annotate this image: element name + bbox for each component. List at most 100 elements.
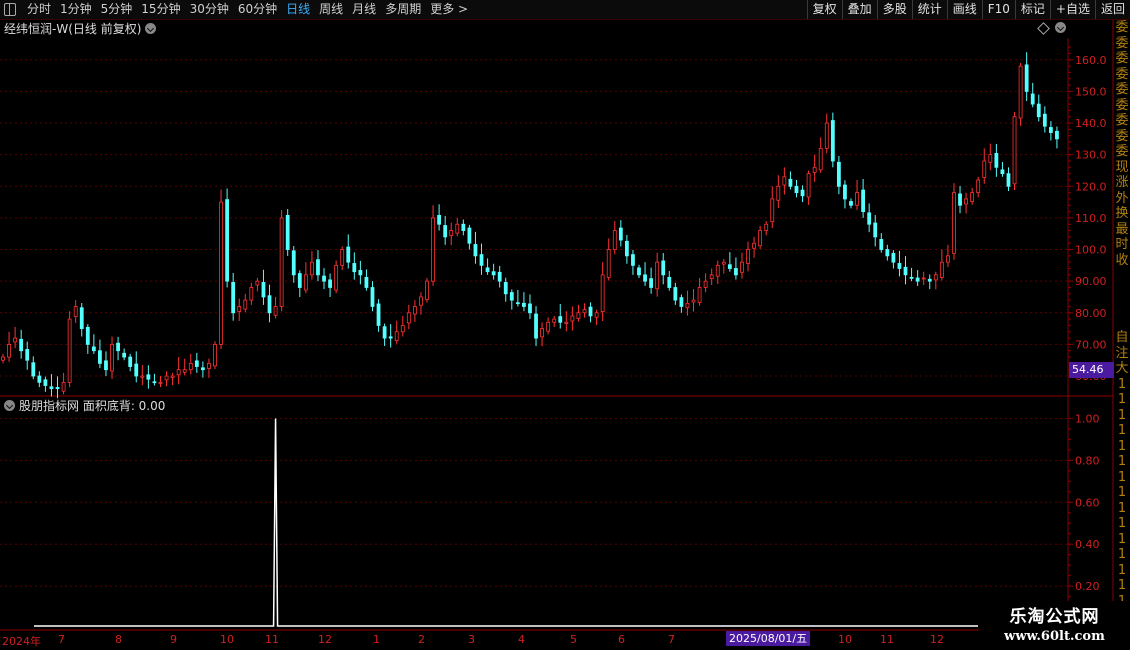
side-panel-char: 1 [1117,407,1127,423]
side-panel-char [1114,315,1130,331]
x-tick-label: 8 [115,633,122,646]
candle-body [1000,169,1005,175]
x-tick-label: 2024年 [2,635,41,648]
chevron-down-icon[interactable] [4,400,15,411]
candle-body [182,369,187,373]
candle-body [685,302,690,309]
candle-body [770,198,775,223]
candle-body [19,338,24,352]
kline-chart[interactable]: 160.0 150.0 140.0 130.0 120.0 110.0 100.0 90.00… [0,0,1130,650]
candle-body [55,387,60,390]
candle-body [915,277,920,282]
y-tick-label: 90.00 [1075,275,1107,288]
candle-body [104,360,108,371]
candle-body [85,326,90,345]
side-panel-char: 委 [1115,113,1129,128]
side-panel-char: 1 [1117,531,1127,547]
candle-body [303,274,308,291]
candle-body [982,160,987,178]
watermark-logo: 乐淘公式网 www.60lt.com [979,601,1130,650]
candle-body [49,386,54,390]
candle-body [758,230,763,247]
side-panel-char: 委 [1115,20,1129,35]
indicator-title: 股朋指标网 面积底背: 0.00 [4,398,165,414]
candle-body [503,282,508,295]
candle-body [1030,93,1035,105]
candle-body [497,271,502,282]
candle-body [370,287,375,307]
candle-body [921,277,926,280]
candle-body [388,336,393,339]
candle-body [667,276,672,288]
candle-body [746,249,750,264]
side-panel-char: 委 [1115,144,1129,159]
x-tick-label: 2 [418,633,425,646]
candle-body [946,255,950,263]
candle-body [98,350,102,364]
side-panel-char: 1 [1117,562,1127,578]
candle-body [188,362,193,371]
candle-body [176,369,181,376]
candle-body [273,306,278,316]
side-panel-char: 涨 [1115,175,1129,190]
y-tick-label: 70.00 [1075,338,1107,351]
candle-body [376,303,381,326]
candle-body [279,217,284,307]
side-panel-char [1114,299,1130,315]
candle-body [794,185,799,194]
candle-body [231,282,236,314]
candle-body [546,321,551,332]
candle-body [1024,64,1029,92]
candle-body [994,153,999,168]
side-panel-char: 大 [1115,361,1129,376]
candle-body [836,161,841,187]
candle-body [509,292,514,301]
candle-body [140,375,145,378]
candle-body [727,264,732,269]
side-panel-char: 换 [1115,206,1129,221]
candle-body [661,260,666,276]
candle-body [691,299,696,303]
side-panel-char: 收 [1115,252,1129,268]
candle-body [552,318,557,323]
side-panel-char: 委 [1115,97,1129,113]
candle-body [122,352,127,358]
x-tick-label: 9 [170,633,177,646]
candle-body [752,242,756,249]
candle-body [606,249,611,278]
candle-body [576,312,581,319]
candle-body [412,306,417,315]
candle-body [933,274,938,281]
candle-body [515,302,520,305]
candle-body [25,349,30,361]
x-tick-label: 7 [58,633,65,646]
candle-body [782,176,787,186]
watermark-line1: 乐淘公式网 [1009,607,1100,627]
candle-body [491,271,496,276]
side-panel-char: 自 [1115,330,1129,345]
indicator-tick-label: 0.40 [1075,538,1100,551]
candle-body [643,274,647,282]
candle-body [255,280,260,286]
candle-body [528,303,532,314]
candle-body [37,375,42,383]
candle-body [800,189,805,197]
indicator-tick-label: 1.00 [1075,412,1100,425]
candle-body [970,192,975,202]
candle-body [618,227,623,241]
candle-body [903,266,908,276]
candle-body [570,315,575,322]
candle-body [818,147,823,171]
candle-body [382,326,387,339]
candle-body [455,223,460,234]
candle-body [110,344,114,372]
candle-body [721,261,726,265]
side-panel-char [1114,268,1130,284]
side-panel-char: 最 [1115,221,1129,237]
side-panel-char: 委 [1115,51,1129,66]
candle-body [703,280,708,288]
candle-body [316,259,320,276]
side-panel-char: 注 [1115,345,1129,361]
candle-body [485,267,490,273]
candle-body [328,279,332,288]
